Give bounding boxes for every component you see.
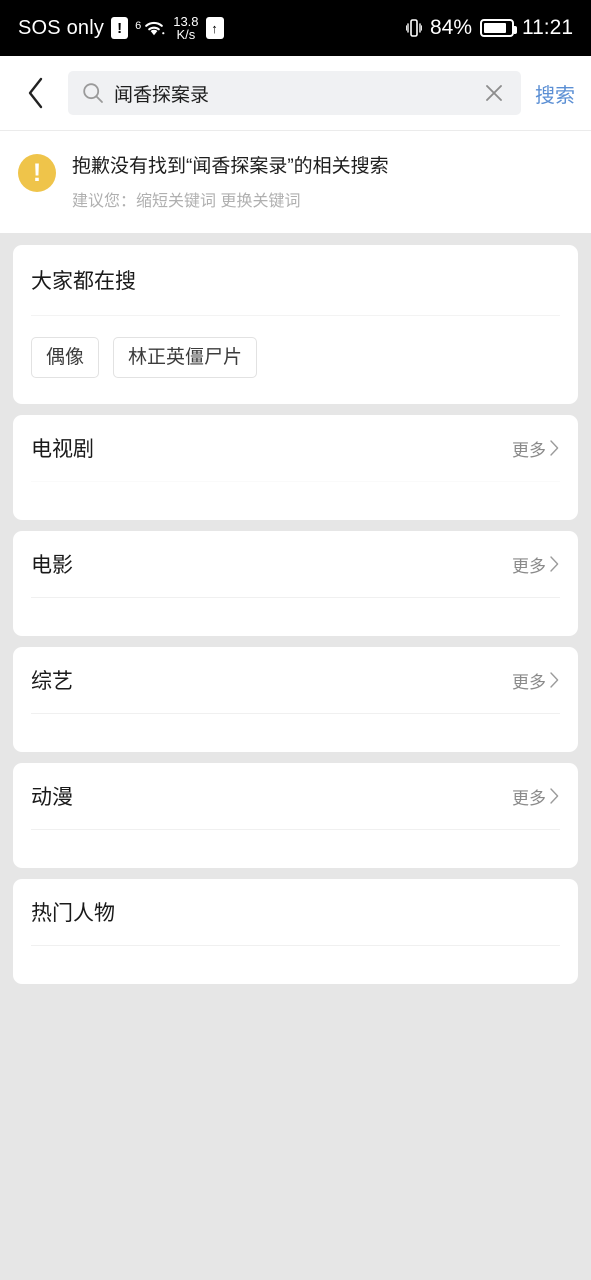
category-more-label: 更多 (512, 672, 546, 692)
no-results-text: 抱歉没有找到“闻香探案录”的相关搜索 建议您：缩短关键词 更换关键词 (72, 149, 389, 211)
chevron-right-icon (550, 440, 559, 456)
search-input[interactable]: 闻香探案录 (114, 80, 471, 107)
status-bar-right: 84% 11:21 (405, 16, 573, 40)
hot-search-tag-list: 偶像 林正英僵尸片 (31, 337, 560, 378)
category-card-header: 热门人物 (31, 879, 560, 945)
content-area: 大家都在搜 偶像 林正英僵尸片 电视剧 更多 电影 更多 综艺 更多 动漫 更多 热门人物 (0, 233, 591, 984)
chevron-right-icon (550, 556, 559, 572)
back-button[interactable] (16, 73, 56, 113)
category-card: 综艺 更多 (13, 647, 578, 752)
category-more-link[interactable]: 更多 (512, 552, 560, 577)
category-card-body (31, 830, 560, 868)
category-more-label: 更多 (512, 556, 546, 576)
category-card-header: 综艺 更多 (31, 647, 560, 713)
wifi-generation-label: 6 (135, 20, 142, 32)
hot-search-card: 大家都在搜 偶像 林正英僵尸片 (13, 245, 578, 404)
app-screen: SOS only ! 6 13.8 K/s ↑ 84% 11:21 闻香探案录 … (0, 0, 591, 1280)
category-title: 电影 (31, 554, 73, 577)
hot-search-tag[interactable]: 林正英僵尸片 (113, 337, 258, 378)
upload-arrow-icon: ↑ (205, 17, 224, 39)
category-card-list: 电视剧 更多 电影 更多 综艺 更多 动漫 更多 热门人物 (13, 415, 578, 984)
wifi-glyph (145, 21, 165, 36)
clear-search-button[interactable] (481, 80, 507, 106)
status-bar: SOS only ! 6 13.8 K/s ↑ 84% 11:21 (0, 0, 591, 56)
wifi-icon: 6 (135, 18, 166, 38)
category-card-body (31, 946, 560, 984)
category-title: 综艺 (31, 670, 73, 693)
no-results-notice: ! 抱歉没有找到“闻香探案录”的相关搜索 建议您：缩短关键词 更换关键词 (0, 131, 591, 233)
network-speed-unit: K/s (176, 27, 196, 42)
battery-icon (480, 19, 517, 37)
category-card-body (31, 482, 560, 520)
category-card-body (31, 598, 560, 636)
chevron-left-icon (28, 77, 43, 109)
category-more-link[interactable]: 更多 (512, 668, 560, 693)
search-submit-button[interactable]: 搜索 (533, 79, 575, 108)
category-card: 电影 更多 (13, 531, 578, 636)
category-more-link[interactable]: 更多 (512, 784, 560, 809)
clock-label: 11:21 (522, 16, 573, 39)
category-card: 动漫 更多 (13, 763, 578, 868)
hot-search-divider (31, 315, 560, 316)
category-more-link[interactable]: 更多 (512, 436, 560, 461)
battery-percent-label: 84% (429, 16, 472, 39)
no-results-title: 抱歉没有找到“闻香探案录”的相关搜索 (72, 156, 389, 177)
hot-search-tag[interactable]: 偶像 (31, 337, 100, 378)
category-title: 热门人物 (31, 902, 115, 925)
category-card-header: 动漫 更多 (31, 763, 560, 829)
chevron-right-icon (550, 788, 559, 804)
no-results-suggestion: 建议您：缩短关键词 更换关键词 (72, 193, 301, 210)
category-card: 热门人物 (13, 879, 578, 984)
warning-exclamation-icon: ! (18, 154, 56, 192)
network-speed-value: 13.8 (173, 13, 199, 29)
category-card: 电视剧 更多 (13, 415, 578, 520)
search-header: 闻香探案录 搜索 (0, 56, 591, 131)
network-speed: 13.8 K/s (173, 13, 199, 42)
alert-exclamation-icon: ! (111, 17, 129, 39)
category-more-label: 更多 (512, 440, 546, 460)
category-title: 电视剧 (31, 438, 94, 461)
search-icon (83, 83, 103, 103)
close-icon (486, 85, 502, 101)
category-card-body (31, 714, 560, 752)
category-more-label: 更多 (512, 788, 546, 808)
search-input-field[interactable]: 闻香探案录 (68, 71, 521, 115)
status-bar-left: SOS only ! 6 13.8 K/s ↑ (18, 13, 224, 42)
carrier-label: SOS only (18, 16, 105, 39)
hot-search-title: 大家都在搜 (31, 270, 136, 293)
battery-fill (484, 23, 506, 33)
category-title: 动漫 (31, 786, 73, 809)
category-card-header: 电视剧 更多 (31, 415, 560, 481)
hot-search-header: 大家都在搜 (31, 245, 560, 315)
category-card-header: 电影 更多 (31, 531, 560, 597)
chevron-right-icon (550, 672, 559, 688)
vibrate-icon (405, 19, 422, 37)
